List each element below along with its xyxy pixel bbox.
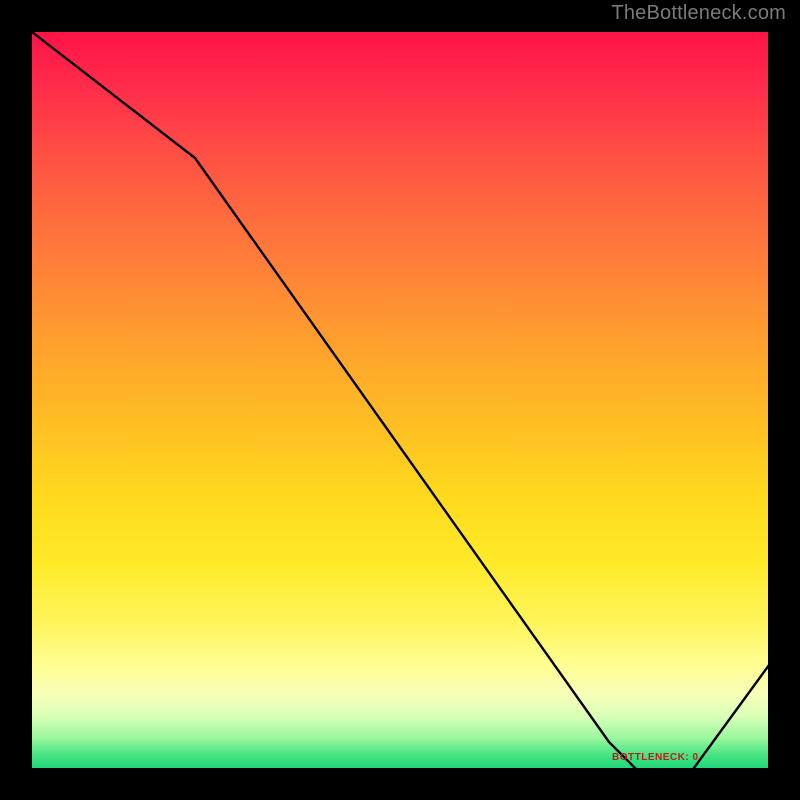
- bottleneck-zero-label: BOTTLENECK: 0: [612, 752, 699, 763]
- watermark-text: TheBottleneck.com: [611, 2, 786, 25]
- bottleneck-curve: [32, 32, 772, 772]
- chart-plot-area: BOTTLENECK: 0: [30, 30, 770, 770]
- curve-path: [32, 32, 772, 772]
